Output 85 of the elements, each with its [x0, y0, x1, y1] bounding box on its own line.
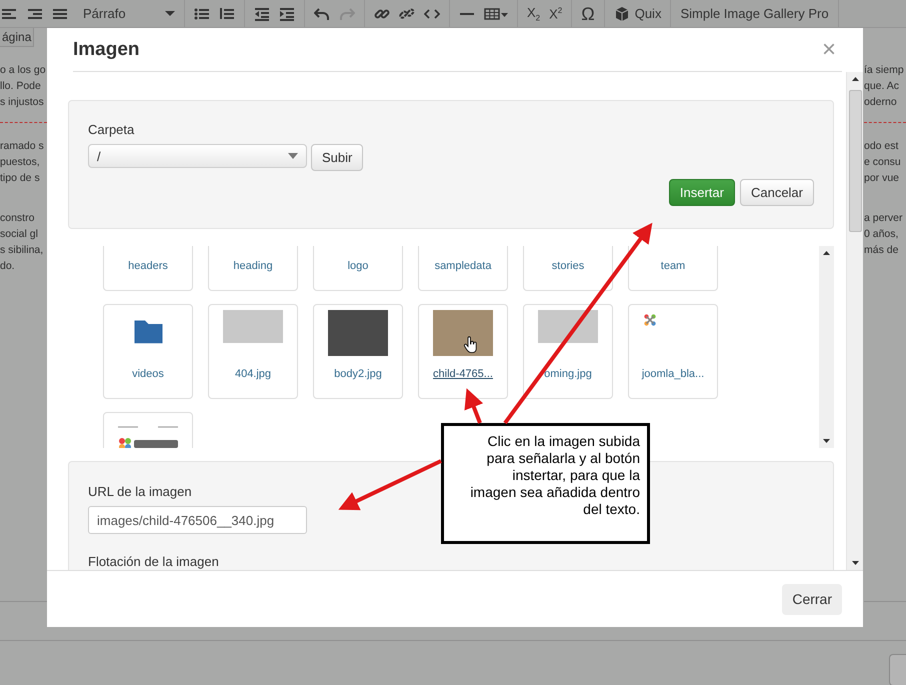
insert-button[interactable]: Insertar	[668, 179, 735, 206]
body-text-fragment: puestos,	[0, 155, 41, 170]
numbered-list-icon[interactable]	[219, 6, 235, 22]
scrollbar[interactable]	[819, 246, 834, 448]
file-name[interactable]: sampledata	[434, 260, 492, 272]
logo-icon	[643, 313, 657, 327]
body-text-fragment: s injustos	[0, 95, 45, 110]
url-label: URL de la imagen	[88, 484, 192, 499]
table-icon[interactable]	[484, 6, 508, 22]
upload-button[interactable]: Subir	[311, 144, 364, 171]
undo-icon[interactable]	[314, 6, 330, 22]
body-text-fragment: social gl	[0, 227, 39, 242]
folder-label: Carpeta	[88, 122, 134, 137]
body-text-fragment: ía siemp	[864, 63, 905, 78]
file-name[interactable]: 404.jpg	[234, 368, 272, 380]
file-name[interactable]: oming.jpg	[544, 368, 592, 380]
body-text-fragment: 0 años,	[864, 227, 900, 242]
unlink-icon[interactable]	[399, 6, 415, 22]
indent-icon[interactable]	[279, 6, 295, 22]
scroll-up-icon[interactable]	[852, 77, 858, 81]
photo-placeholder	[433, 310, 493, 356]
caret-icon	[288, 153, 298, 159]
caret-icon	[165, 11, 175, 16]
file-tile[interactable]: oming.jpg	[523, 304, 613, 399]
file-tile[interactable]: stories	[523, 246, 613, 291]
file-name[interactable]: videos	[132, 368, 164, 380]
image-thumbnail	[223, 310, 283, 343]
file-name[interactable]: body2.jpg	[334, 368, 382, 380]
float-label: Flotación de la imagen	[88, 554, 219, 569]
file-tile[interactable]: team	[628, 246, 718, 291]
file-tile[interactable]: joomla_bla...	[628, 304, 718, 399]
outdent-icon[interactable]	[254, 6, 270, 22]
file-name[interactable]: child-4765...	[433, 368, 493, 380]
body-text-fragment: do.	[0, 259, 16, 274]
file-name[interactable]: heading	[233, 260, 273, 272]
scroll-down-icon[interactable]	[852, 561, 858, 565]
close-button[interactable]: Cerrar	[782, 584, 842, 614]
body-text-fragment: s sibilina,	[0, 243, 44, 258]
file-name[interactable]: team	[660, 260, 686, 272]
file-tile[interactable]: logo	[313, 246, 403, 291]
superscript-button[interactable]: X$^{2}$	[549, 6, 562, 22]
page-tab[interactable]: ágina	[0, 28, 34, 47]
callout-text: Clic en la imagen subida para señalarla y al botón instertar, para que la imagen sea añadida dentro del texto.	[441, 423, 650, 544]
url-field[interactable]: images/child-476506__340.jpg	[88, 506, 307, 534]
file-name[interactable]: logo	[348, 260, 368, 272]
gallery-button[interactable]: Simple Image Gallery Pro	[680, 6, 829, 21]
body-text-fragment: que. Ac	[864, 79, 900, 94]
body-text-fragment: oderno	[864, 95, 898, 110]
scrollbar-thumb[interactable]	[848, 90, 862, 232]
cube-icon[interactable]	[614, 6, 630, 22]
body-text-fragment: e consu	[864, 155, 902, 170]
file-tile[interactable]: sampledata	[418, 246, 508, 291]
file-tile[interactable]: body2.jpg	[313, 304, 403, 399]
body-text-fragment: por vue	[864, 171, 900, 186]
quix-button[interactable]: Quix	[614, 6, 662, 22]
body-text-fragment: más de	[864, 243, 900, 258]
bullet-list-icon[interactable]	[194, 6, 210, 22]
folder-select[interactable]: /	[88, 144, 307, 168]
image-thumbnail	[328, 310, 388, 356]
scroll-down-icon[interactable]	[823, 439, 830, 443]
body-text-fragment: o a los go	[0, 63, 47, 78]
file-name[interactable]: headers	[128, 260, 168, 272]
body-text-fragment: a perver	[864, 211, 904, 226]
body-text-fragment: llo. Pode	[0, 79, 42, 94]
image-thumbnail	[538, 310, 598, 343]
dialog-title: Imagen	[73, 38, 140, 60]
file-name[interactable]: stories	[552, 260, 584, 272]
scrollbar[interactable]	[846, 72, 863, 570]
body-text-fragment: tipo de s	[0, 171, 41, 186]
subscript-button[interactable]: X$_{2}$	[527, 4, 540, 22]
file-tile[interactable]: videos	[103, 304, 193, 399]
scroll-up-icon[interactable]	[823, 251, 830, 255]
body-text-fragment: ramado s	[0, 139, 45, 154]
file-tile[interactable]: heading	[208, 246, 298, 291]
file-tile[interactable]: headers	[103, 246, 193, 291]
arrow	[464, 388, 484, 424]
file-tile[interactable]: 404.jpg	[208, 304, 298, 399]
body-text-fragment: constro	[0, 211, 36, 226]
file-tile[interactable]: child-4765...	[418, 304, 508, 399]
format-select[interactable]: Párrafo	[83, 6, 175, 21]
body-text-fragment: odo est	[864, 139, 900, 154]
hand-cursor-icon	[463, 335, 479, 355]
file-name[interactable]: joomla_bla...	[642, 368, 704, 380]
cancel-button[interactable]: Cancelar	[740, 179, 814, 206]
special-character-button[interactable]: Ω	[581, 4, 595, 22]
